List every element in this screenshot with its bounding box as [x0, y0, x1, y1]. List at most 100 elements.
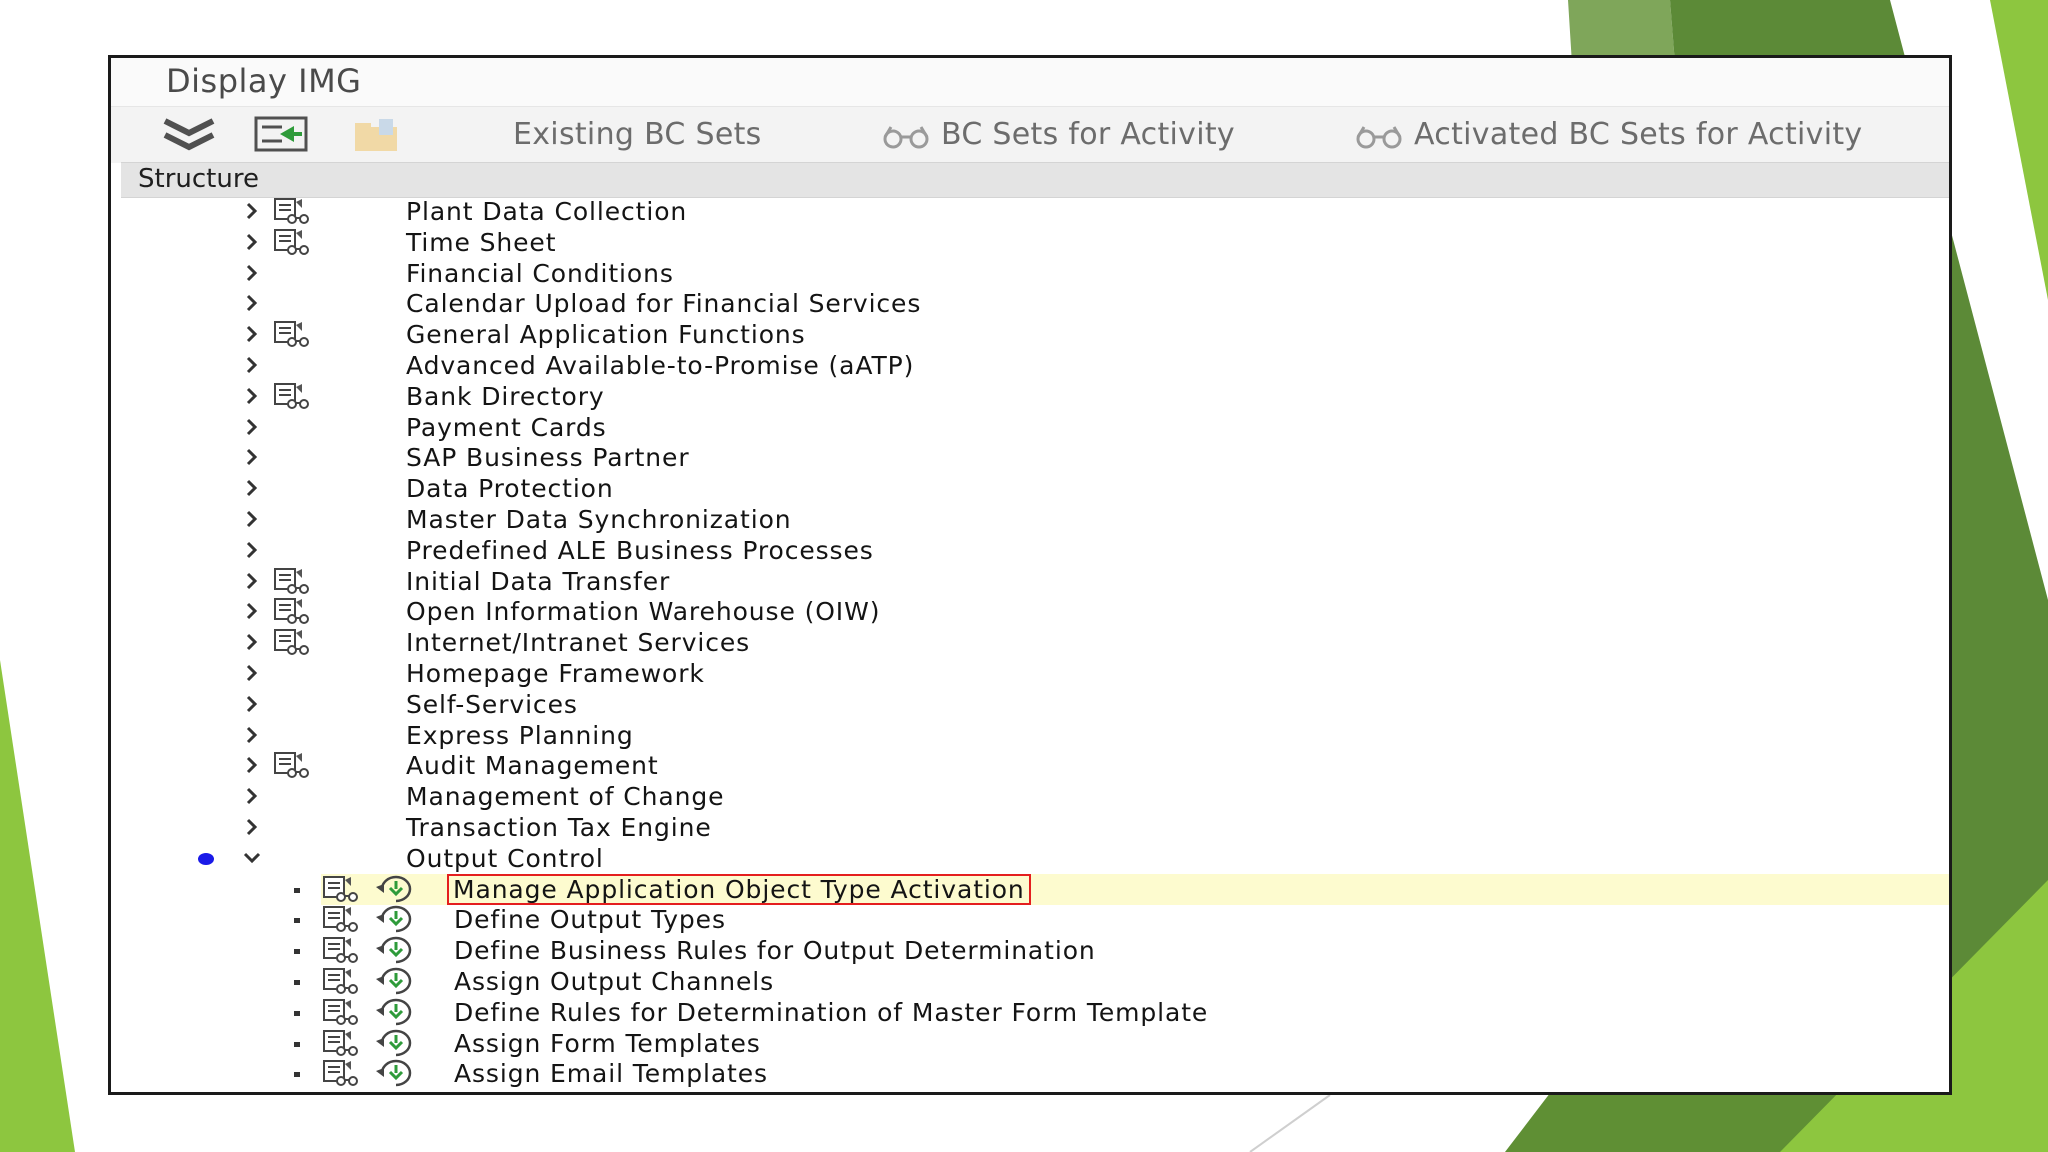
- tree-node-label[interactable]: Data Protection: [406, 473, 614, 504]
- chevron-right-icon[interactable]: [241, 570, 263, 592]
- tree-node[interactable]: Data Protection: [111, 473, 1949, 504]
- activity-row-selected[interactable]: Manage Application Object Type Activatio…: [294, 873, 1949, 905]
- chevron-right-icon[interactable]: [241, 262, 263, 284]
- bc-set-icon[interactable]: [272, 566, 312, 596]
- bc-set-icon[interactable]: [321, 1058, 361, 1088]
- tree-node-label[interactable]: SAP Business Partner: [406, 442, 690, 473]
- chevron-right-icon[interactable]: [241, 816, 263, 838]
- execute-clock-icon[interactable]: [374, 966, 418, 996]
- execute-clock-icon[interactable]: [374, 874, 418, 904]
- tree-node-label[interactable]: Define Output Types: [454, 904, 726, 935]
- execute-clock-icon[interactable]: [374, 935, 418, 965]
- tree-node[interactable]: SAP Business Partner: [111, 442, 1949, 473]
- activity-row[interactable]: Assign Output Channels: [111, 966, 1949, 997]
- tree-node-label[interactable]: Calendar Upload for Financial Services: [406, 288, 921, 319]
- tree-node-label[interactable]: Master Data Synchronization: [406, 504, 792, 535]
- tree-node-label[interactable]: Transaction Tax Engine: [406, 812, 712, 843]
- tree-node-label[interactable]: Define Business Rules for Output Determi…: [454, 935, 1096, 966]
- tree-node[interactable]: Time Sheet: [111, 227, 1949, 258]
- tree-node[interactable]: Bank Directory: [111, 381, 1949, 412]
- tree-node[interactable]: Internet/Intranet Services: [111, 627, 1949, 658]
- position-icon[interactable]: [254, 115, 310, 155]
- activity-row[interactable]: Assign Form Templates: [111, 1028, 1949, 1059]
- chevron-right-icon[interactable]: [241, 631, 263, 653]
- bc-set-icon[interactable]: [321, 997, 361, 1027]
- tree-node-expanded[interactable]: Output Control: [111, 843, 1949, 874]
- tree-node-label[interactable]: Internet/Intranet Services: [406, 627, 750, 658]
- activity-row[interactable]: Define Business Rules for Output Determi…: [111, 935, 1949, 966]
- activity-row[interactable]: Define Rules for Determination of Master…: [111, 997, 1949, 1028]
- tree-node-label[interactable]: Bank Directory: [406, 381, 605, 412]
- tree-node-label[interactable]: Time Sheet: [406, 227, 556, 258]
- tree-node[interactable]: Plant Data Collection: [111, 196, 1949, 227]
- expand-all-icon[interactable]: [161, 115, 217, 155]
- tree-node-label[interactable]: Audit Management: [406, 750, 659, 781]
- tree-node[interactable]: Initial Data Transfer: [111, 566, 1949, 597]
- chevron-right-icon[interactable]: [241, 200, 263, 222]
- chevron-right-icon[interactable]: [241, 539, 263, 561]
- tree-node-label[interactable]: Self-Services: [406, 689, 578, 720]
- tree-node[interactable]: Self-Services: [111, 689, 1949, 720]
- chevron-right-icon[interactable]: [241, 785, 263, 807]
- bc-set-icon[interactable]: [321, 874, 361, 904]
- tree-node-label[interactable]: Management of Change: [406, 781, 724, 812]
- chevron-right-icon[interactable]: [241, 231, 263, 253]
- bc-set-icon[interactable]: [272, 750, 312, 780]
- tree-node[interactable]: Management of Change: [111, 781, 1949, 812]
- bc-set-icon[interactable]: [272, 319, 312, 349]
- activated-bc-sets-button[interactable]: Activated BC Sets for Activity: [1354, 117, 1862, 152]
- tree-node[interactable]: General Application Functions: [111, 319, 1949, 350]
- tree-node-label[interactable]: Predefined ALE Business Processes: [406, 535, 874, 566]
- tree-node[interactable]: Open Information Warehouse (OIW): [111, 596, 1949, 627]
- tree-node[interactable]: Financial Conditions: [111, 258, 1949, 289]
- execute-clock-icon[interactable]: [374, 997, 418, 1027]
- chevron-right-icon[interactable]: [241, 385, 263, 407]
- chevron-right-icon[interactable]: [241, 354, 263, 376]
- bc-set-icon[interactable]: [272, 627, 312, 657]
- tree-node-label[interactable]: Manage Application Object Type Activatio…: [447, 873, 1031, 905]
- bc-set-icon[interactable]: [321, 935, 361, 965]
- activity-row[interactable]: Define Output Types: [111, 904, 1949, 935]
- tree-node-label[interactable]: Output Control: [406, 843, 604, 874]
- tree-node-label[interactable]: Define Rules for Determination of Master…: [454, 997, 1208, 1028]
- tree-node-label[interactable]: Open Information Warehouse (OIW): [406, 596, 880, 627]
- tree-node[interactable]: Payment Cards: [111, 412, 1949, 443]
- tree-node[interactable]: Express Planning: [111, 720, 1949, 751]
- bc-set-icon[interactable]: [321, 904, 361, 934]
- chevron-right-icon[interactable]: [241, 600, 263, 622]
- bc-set-icon[interactable]: [272, 596, 312, 626]
- chevron-right-icon[interactable]: [241, 323, 263, 345]
- bc-set-icon[interactable]: [321, 966, 361, 996]
- tree-node-label[interactable]: Financial Conditions: [406, 258, 674, 289]
- tree-node[interactable]: Audit Management: [111, 750, 1949, 781]
- chevron-right-icon[interactable]: [241, 724, 263, 746]
- activity-row[interactable]: Assign Email Templates: [111, 1058, 1949, 1089]
- bc-set-icon[interactable]: [321, 1028, 361, 1058]
- existing-bc-sets-button[interactable]: Existing BC Sets: [513, 117, 762, 152]
- execute-clock-icon[interactable]: [374, 904, 418, 934]
- chevron-right-icon[interactable]: [241, 754, 263, 776]
- tree-node[interactable]: Master Data Synchronization: [111, 504, 1949, 535]
- execute-clock-icon[interactable]: [374, 1028, 418, 1058]
- chevron-down-icon[interactable]: [241, 847, 263, 869]
- bc-set-icon[interactable]: [272, 381, 312, 411]
- chevron-right-icon[interactable]: [241, 693, 263, 715]
- tree-node-label[interactable]: Assign Output Channels: [454, 966, 774, 997]
- tree-node-label[interactable]: Plant Data Collection: [406, 196, 687, 227]
- tree-node-label[interactable]: Express Planning: [406, 720, 634, 751]
- tree-node-label[interactable]: General Application Functions: [406, 319, 806, 350]
- chevron-right-icon[interactable]: [241, 508, 263, 530]
- tree-node-label[interactable]: Advanced Available-to-Promise (aATP): [406, 350, 914, 381]
- execute-clock-icon[interactable]: [374, 1058, 418, 1088]
- tree-node[interactable]: Transaction Tax Engine: [111, 812, 1949, 843]
- chevron-right-icon[interactable]: [241, 662, 263, 684]
- tree-node-label[interactable]: Assign Form Templates: [454, 1028, 761, 1059]
- tree-node-label[interactable]: Assign Email Templates: [454, 1058, 768, 1089]
- bc-set-icon[interactable]: [272, 227, 312, 257]
- chevron-right-icon[interactable]: [241, 477, 263, 499]
- tree-node-label[interactable]: Initial Data Transfer: [406, 566, 670, 597]
- bc-set-icon[interactable]: [272, 196, 312, 226]
- tree-node-label[interactable]: Payment Cards: [406, 412, 607, 443]
- bc-sets-for-activity-button[interactable]: BC Sets for Activity: [881, 117, 1235, 152]
- chevron-right-icon[interactable]: [241, 446, 263, 468]
